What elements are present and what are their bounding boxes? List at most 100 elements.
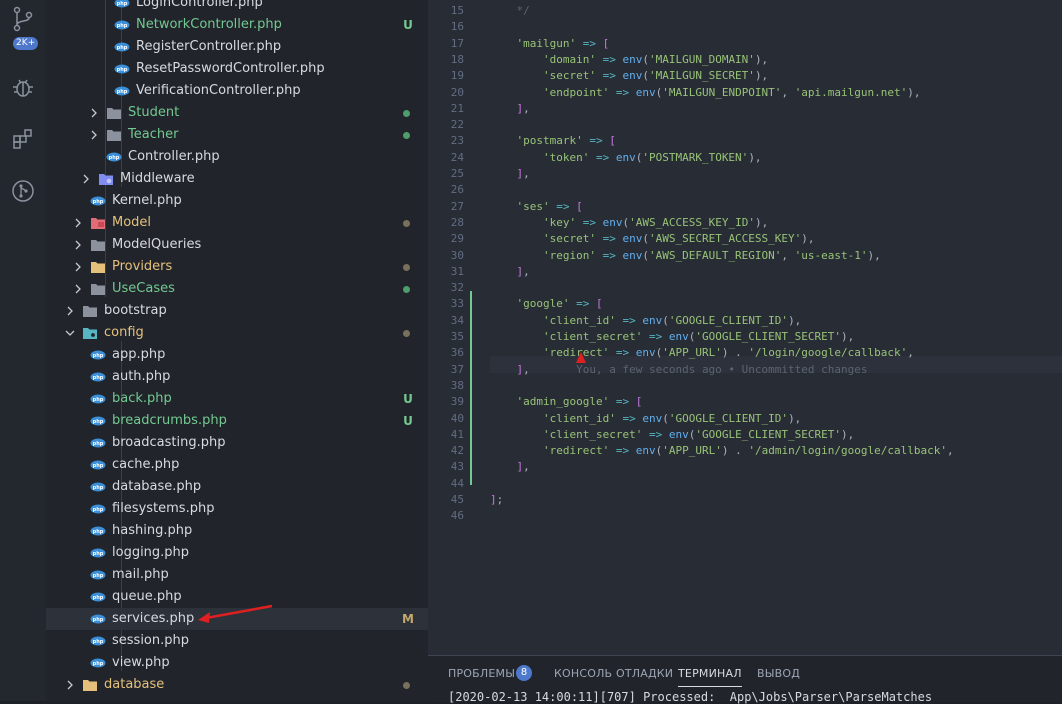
code-line[interactable]: 'client_id' => env('GOOGLE_CLIENT_ID'), [490,314,801,327]
extensions-icon[interactable] [8,124,38,154]
file-item-cache-php[interactable]: php cache.php [46,454,428,476]
file-item-broadcasting-php[interactable]: php broadcasting.php [46,432,428,454]
line-number: 44 [450,476,464,490]
code-editor[interactable]: 15 */ 16 17 'mailgun' => [18 'domain' => e… [428,0,1062,655]
folder-item-teacher[interactable]: Teacher [46,124,428,146]
folder-item-usecases[interactable]: UseCases [46,278,428,300]
code-line[interactable]: 'google' => [ [490,297,603,310]
panel-tab[interactable]: ТЕРМИНАЛ [678,666,742,687]
svg-text:php: php [93,617,104,623]
file-item-app-php[interactable]: php app.php [46,344,428,366]
file-label: services.php [112,611,195,626]
panel-tab[interactable]: КОНСОЛЬ ОТЛАДКИ [554,666,673,682]
line-number: 27 [450,199,464,213]
code-line[interactable]: 'secret' => env('AWS_SECRET_ACCESS_KEY')… [490,232,815,245]
code-line[interactable]: 'redirect' => env('APP_URL') . '/login/g… [490,346,914,359]
debug-icon[interactable] [8,72,38,102]
php-file-icon: php [90,568,106,582]
code-line[interactable]: 'endpoint' => env('MAILGUN_ENDPOINT', 'a… [490,86,921,99]
code-line[interactable]: ], [490,265,530,278]
code-line[interactable]: 'client_secret' => env('GOOGLE_CLIENT_SE… [490,330,854,343]
chevron-right-icon[interactable] [72,256,84,278]
chevron-right-icon[interactable] [64,674,76,696]
file-label: Model [112,215,152,230]
line-number: 25 [450,167,464,180]
file-item-networkcontroller-php[interactable]: php NetworkController.php U [46,14,428,36]
file-item-hashing-php[interactable]: php hashing.php [46,520,428,542]
svg-text:php: php [93,441,104,447]
file-item-session-php[interactable]: php session.php [46,630,428,652]
folder-item-modelqueries[interactable]: ModelQueries [46,234,428,256]
panel-tab[interactable]: ВЫВОД [757,666,800,682]
code-line[interactable]: 'client_id' => env('GOOGLE_CLIENT_ID'), [490,412,801,425]
folder-item-middleware[interactable]: Middleware [46,168,428,190]
code-line[interactable]: 'key' => env('AWS_ACCESS_KEY_ID'), [490,216,768,229]
folder-item-student[interactable]: Student [46,102,428,124]
file-item-mail-php[interactable]: php mail.php [46,564,428,586]
code-line[interactable]: ], You, a few seconds ago • Uncommitted … [490,363,868,376]
code-line[interactable]: */ [490,4,529,17]
file-item-database-php[interactable]: php database.php [46,476,428,498]
php-file-icon: php [106,150,122,164]
code-line[interactable]: 'token' => env('POSTMARK_TOKEN'), [490,151,762,164]
php-file-icon: php [90,612,106,626]
folder-icon [90,238,106,252]
code-line[interactable]: ], [490,460,530,473]
chevron-right-icon[interactable] [72,212,84,234]
code-line[interactable]: 'domain' => env('MAILGUN_DOMAIN'), [490,53,768,66]
chevron-right-icon[interactable] [88,102,100,124]
svg-text:php: php [93,595,104,601]
code-line[interactable]: ], [490,167,530,180]
code-line[interactable]: 'redirect' => env('APP_URL') . '/admin/l… [490,444,954,457]
chevron-right-icon[interactable] [64,300,76,322]
file-item-verificationcontroller-php[interactable]: php VerificationController.php [46,80,428,102]
code-line[interactable]: ], [490,102,530,115]
chevron-right-icon[interactable] [72,234,84,256]
code-line[interactable]: ]; [490,493,503,506]
file-item-auth-php[interactable]: php auth.php [46,366,428,388]
file-item-back-php[interactable]: php back.php U [46,388,428,410]
file-label: Student [128,105,180,120]
source-control-badge: 2K+ [13,37,39,50]
line-number: 39 [450,395,464,409]
chevron-right-icon[interactable] [88,124,100,146]
folder-item-database[interactable]: database [46,674,428,696]
file-item-filesystems-php[interactable]: php filesystems.php [46,498,428,520]
file-label: database.php [112,479,202,494]
folder-item-model[interactable]: Model [46,212,428,234]
folder-item-bootstrap[interactable]: bootstrap [46,300,428,322]
chevron-right-icon[interactable] [72,278,84,300]
code-line[interactable]: 'mailgun' => [ [490,37,610,50]
svg-text:php: php [117,67,128,73]
folder-item-providers[interactable]: Providers [46,256,428,278]
php-file-icon: php [114,40,130,54]
php-file-icon: php [114,62,130,76]
source-control-icon[interactable] [8,4,38,34]
git-blame-annotation: You, a few seconds ago • Uncommitted cha… [576,362,868,376]
file-item-view-php[interactable]: php view.php [46,652,428,674]
chevron-down-icon[interactable] [64,322,76,344]
git-status-dot [403,682,410,689]
code-line[interactable]: 'postmark' => [ [490,134,616,147]
code-line[interactable]: 'secret' => env('MAILGUN_SECRET'), [490,69,768,82]
php-file-icon: php [90,634,106,648]
line-number: 23 [450,134,464,148]
git-graph-icon[interactable] [8,176,38,206]
file-item-logging-php[interactable]: php logging.php [46,542,428,564]
chevron-right-icon[interactable] [80,168,92,190]
folder-item-config[interactable]: config [46,322,428,344]
git-status-dot [403,132,410,139]
file-item-kernel-php[interactable]: php Kernel.php [46,190,428,212]
code-line[interactable]: 'region' => env('AWS_DEFAULT_REGION', 'u… [490,249,881,262]
code-line[interactable]: 'ses' => [ [490,200,583,213]
file-item-resetpasswordcontroller-php[interactable]: php ResetPasswordController.php [46,58,428,80]
file-item-logincontroller-php[interactable]: php LoginController.php [46,0,428,14]
php-file-icon: php [90,436,106,450]
code-line[interactable]: 'admin_google' => [ [490,395,643,408]
file-item-controller-php[interactable]: php Controller.php [46,146,428,168]
terminal-output[interactable]: [2020-02-13 14:00:11][707] Processed: Ap… [448,690,932,704]
file-item-breadcrumbs-php[interactable]: php breadcrumbs.php U [46,410,428,432]
panel-tab[interactable]: ПРОБЛЕМЫ [448,666,515,682]
file-item-registercontroller-php[interactable]: php RegisterController.php [46,36,428,58]
code-line[interactable]: 'client_secret' => env('GOOGLE_CLIENT_SE… [490,428,854,441]
